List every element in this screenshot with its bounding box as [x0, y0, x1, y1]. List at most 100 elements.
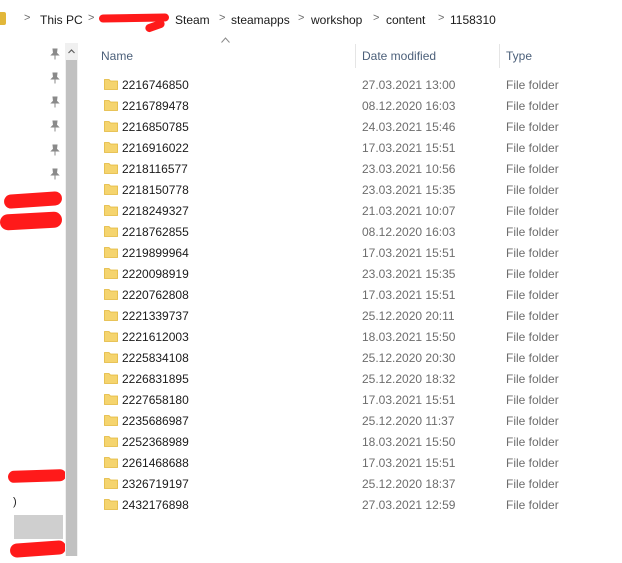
table-row[interactable]: 2216850785 24.03.2021 15:46 File folder — [100, 116, 622, 137]
column-header-row: Name Date modified Type — [100, 44, 622, 68]
date-modified: 25.12.2020 20:30 — [362, 351, 456, 365]
breadcrumb-1158310[interactable]: 1158310 — [450, 13, 496, 27]
breadcrumb-steamapps[interactable]: steamapps — [231, 13, 290, 27]
file-name: 2216850785 — [122, 120, 189, 134]
date-modified: 25.12.2020 18:32 — [362, 372, 456, 386]
date-modified: 18.03.2021 15:50 — [362, 330, 456, 344]
file-name: 2235686987 — [122, 414, 189, 428]
file-name: 2221339737 — [122, 309, 189, 323]
column-header-type[interactable]: Type — [506, 49, 532, 63]
date-modified: 25.12.2020 20:11 — [362, 309, 455, 323]
table-row[interactable]: 2216916022 17.03.2021 15:51 File folder — [100, 137, 622, 158]
table-row[interactable]: 2226831895 25.12.2020 18:32 File folder — [100, 368, 622, 389]
sort-ascending-icon — [221, 37, 230, 43]
folder-icon — [104, 455, 118, 469]
file-name: 2216789478 — [122, 99, 189, 113]
date-modified: 08.12.2020 16:03 — [362, 225, 456, 239]
nav-scrollbar-thumb[interactable] — [66, 60, 77, 556]
breadcrumb-separator-icon: > — [373, 12, 380, 24]
table-row[interactable]: 2432176898 27.03.2021 12:59 File folder — [100, 494, 622, 515]
breadcrumb-separator-icon: > — [88, 12, 95, 24]
file-type: File folder — [506, 477, 559, 491]
file-name: 2216746850 — [122, 78, 189, 92]
file-name: 2218762855 — [122, 225, 189, 239]
file-name: 2218150778 — [122, 183, 189, 197]
column-header-name[interactable]: Name — [101, 49, 133, 63]
table-row[interactable]: 2220098919 23.03.2021 15:35 File folder — [100, 263, 622, 284]
folder-icon — [104, 434, 118, 448]
file-name: 2221612003 — [122, 330, 189, 344]
date-modified: 27.03.2021 12:59 — [362, 498, 456, 512]
table-row[interactable]: 2221339737 25.12.2020 20:11 File folder — [100, 305, 622, 326]
pin-icon — [49, 96, 61, 108]
folder-icon — [104, 476, 118, 490]
breadcrumb-steam[interactable]: Steam — [175, 13, 210, 27]
table-row[interactable]: 2221612003 18.03.2021 15:50 File folder — [100, 326, 622, 347]
folder-icon — [104, 350, 118, 364]
date-modified: 08.12.2020 16:03 — [362, 99, 456, 113]
file-name: 2225834108 — [122, 351, 189, 365]
file-name: 2261468688 — [122, 456, 189, 470]
pin-icon — [49, 168, 61, 180]
file-name: 2219899964 — [122, 246, 189, 260]
date-modified: 23.03.2021 15:35 — [362, 183, 456, 197]
file-name: 2432176898 — [122, 498, 189, 512]
file-type: File folder — [506, 162, 559, 176]
table-row[interactable]: 2225834108 25.12.2020 20:30 File folder — [100, 347, 622, 368]
column-divider[interactable] — [355, 44, 356, 68]
table-row[interactable]: 2326719197 25.12.2020 18:37 File folder — [100, 473, 622, 494]
table-row[interactable]: 2235686987 25.12.2020 11:37 File folder — [100, 410, 622, 431]
folder-icon — [104, 203, 118, 217]
table-row[interactable]: 2218150778 23.03.2021 15:35 File folder — [100, 179, 622, 200]
table-row[interactable]: 2216746850 27.03.2021 13:00 File folder — [100, 74, 622, 95]
file-type: File folder — [506, 183, 559, 197]
table-row[interactable]: 2219899964 17.03.2021 15:51 File folder — [100, 242, 622, 263]
table-row[interactable]: 2218762855 08.12.2020 16:03 File folder — [100, 221, 622, 242]
table-row[interactable]: 2216789478 08.12.2020 16:03 File folder — [100, 95, 622, 116]
folder-icon — [104, 287, 118, 301]
table-row[interactable]: 2218249327 21.03.2021 10:07 File folder — [100, 200, 622, 221]
folder-icon — [104, 266, 118, 280]
breadcrumb-separator-icon: > — [24, 12, 31, 24]
breadcrumb-this-pc[interactable]: This PC — [40, 13, 83, 27]
breadcrumb-content[interactable]: content — [386, 13, 425, 27]
table-row[interactable]: 2261468688 17.03.2021 15:51 File folder — [100, 452, 622, 473]
file-type: File folder — [506, 330, 559, 344]
date-modified: 17.03.2021 15:51 — [362, 288, 456, 302]
date-modified: 21.03.2021 10:07 — [362, 204, 456, 218]
breadcrumb-workshop[interactable]: workshop — [311, 13, 362, 27]
file-type: File folder — [506, 99, 559, 113]
folder-icon — [104, 77, 118, 91]
pin-icon — [49, 120, 61, 132]
file-type: File folder — [506, 141, 559, 155]
file-name: 2220762808 — [122, 288, 189, 302]
column-divider[interactable] — [499, 44, 500, 68]
table-row[interactable]: 2218116577 23.03.2021 10:56 File folder — [100, 158, 622, 179]
file-type: File folder — [506, 267, 559, 281]
nav-item-selected[interactable] — [14, 515, 63, 539]
address-bar[interactable]: > This PC > Steam > steamapps > workshop… — [0, 0, 622, 40]
table-row[interactable]: 2252368989 18.03.2021 15:50 File folder — [100, 431, 622, 452]
folder-icon — [0, 12, 6, 25]
date-modified: 17.03.2021 15:51 — [362, 456, 456, 470]
breadcrumb-separator-icon: > — [438, 12, 445, 24]
column-header-date[interactable]: Date modified — [362, 49, 436, 63]
table-row[interactable]: 2227658180 17.03.2021 15:51 File folder — [100, 389, 622, 410]
folder-icon — [104, 308, 118, 322]
file-type: File folder — [506, 414, 559, 428]
folder-icon — [104, 245, 118, 259]
file-name: 2218249327 — [122, 204, 189, 218]
pin-icon — [49, 144, 61, 156]
file-type: File folder — [506, 456, 559, 470]
date-modified: 25.12.2020 18:37 — [362, 477, 456, 491]
folder-icon — [104, 392, 118, 406]
date-modified: 17.03.2021 15:51 — [362, 393, 456, 407]
date-modified: 18.03.2021 15:50 — [362, 435, 456, 449]
scroll-up-icon[interactable] — [65, 43, 78, 60]
table-row[interactable]: 2220762808 17.03.2021 15:51 File folder — [100, 284, 622, 305]
folder-icon — [104, 161, 118, 175]
file-type: File folder — [506, 435, 559, 449]
nav-item-label[interactable]: ) — [13, 496, 17, 508]
file-type: File folder — [506, 498, 559, 512]
file-name: 2216916022 — [122, 141, 189, 155]
